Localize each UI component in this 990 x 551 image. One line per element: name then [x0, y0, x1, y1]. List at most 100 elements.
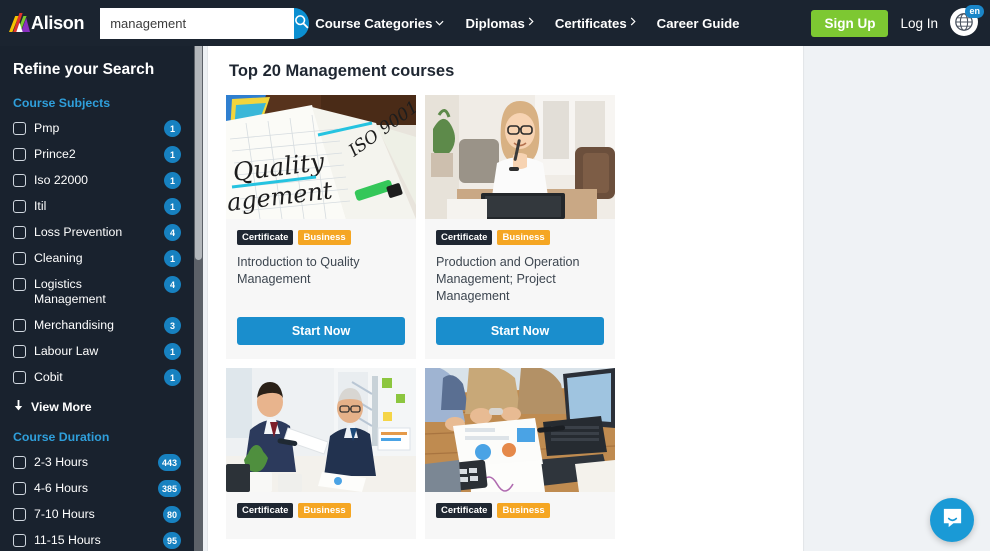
filter-count-badge: 4 [164, 224, 181, 241]
course-tags: Certificate Business [436, 503, 604, 518]
filter-label: Iso 22000 [34, 173, 89, 187]
filter-count-badge: 95 [162, 532, 181, 549]
filter-item-labour-law[interactable]: Labour Law 1 [13, 343, 203, 360]
filter-item-7-10-hours[interactable]: 7-10 Hours 80 [13, 506, 203, 523]
filter-label: 2-3 Hours [34, 455, 88, 469]
filter-group-title: Course Duration [13, 430, 110, 444]
filter-item-pmp[interactable]: Pmp 1 [13, 120, 203, 137]
search-box [100, 7, 310, 39]
filter-item-cobit[interactable]: Cobit 1 [13, 369, 203, 386]
filter-count-badge: 1 [164, 250, 181, 267]
view-more-subjects-button[interactable]: View More [13, 399, 203, 414]
tag-category: Business [497, 503, 550, 518]
checkbox[interactable] [13, 482, 26, 495]
checkbox[interactable] [13, 174, 26, 187]
search-submit-button[interactable] [294, 7, 310, 39]
filter-count-badge: 1 [164, 198, 181, 215]
filter-count-badge: 1 [164, 343, 181, 360]
search-input[interactable] [100, 7, 295, 39]
nav-label: Course Categories [315, 15, 433, 31]
course-card[interactable]: Certificate Business [425, 368, 615, 539]
filter-count-badge: 385 [157, 480, 181, 497]
language-selector[interactable]: en [950, 5, 984, 38]
quality-management-notebook-photo: Quality agement ISO 9001 [226, 95, 416, 219]
page-title: Top 20 Management courses [229, 62, 455, 80]
start-now-button[interactable]: Start Now [237, 317, 405, 345]
checkbox[interactable] [13, 456, 26, 469]
checkbox[interactable] [13, 226, 26, 239]
main-nav: Course Categories Diplomas Certificates … [315, 16, 739, 31]
checkbox[interactable] [13, 319, 26, 332]
filter-item-merchandising[interactable]: Merchandising 3 [13, 317, 203, 334]
filter-count-badge: 1 [164, 369, 181, 386]
filter-label: Cobit [34, 370, 63, 384]
language-badge: en [965, 5, 984, 18]
course-card[interactable]: Certificate Business Production and Oper… [425, 95, 615, 359]
filter-label: 11-15 Hours [34, 533, 101, 547]
course-card[interactable]: Quality agement ISO 9001 Certificate Bus… [226, 95, 416, 359]
nav-item-course-categories[interactable]: Course Categories [315, 16, 444, 31]
chevron-right-icon [528, 17, 534, 29]
log-in-link[interactable]: Log In [900, 16, 938, 31]
filter-group-course-subjects: Course Subjects Pmp 1 Prince2 1 Iso 2200… [13, 96, 203, 414]
checkbox[interactable] [13, 345, 26, 358]
checkbox[interactable] [13, 252, 26, 265]
filter-item-prince2[interactable]: Prince2 1 [13, 146, 203, 163]
filter-group-title: Course Subjects [13, 96, 111, 110]
checkbox[interactable] [13, 278, 26, 291]
filter-label: Loss Prevention [34, 225, 123, 239]
chat-launcher-button[interactable] [930, 498, 974, 542]
alison-logo-icon [9, 13, 30, 33]
view-more-label: View More [31, 399, 92, 414]
filter-count-badge: 1 [164, 172, 181, 189]
chat-bubble-icon [941, 506, 964, 534]
filter-label: Itil [34, 199, 47, 213]
course-tags: Certificate Business [436, 230, 604, 245]
smiling-woman-at-laptop-photo [425, 95, 615, 219]
filter-item-loss-prevention[interactable]: Loss Prevention 4 [13, 224, 203, 241]
checkbox[interactable] [13, 534, 26, 547]
nav-label: Certificates [554, 15, 627, 31]
filter-label: Labour Law [34, 344, 99, 358]
brand-logo[interactable]: Alison [9, 12, 85, 34]
filters-sidebar: Refine your Search Course Subjects Pmp 1… [0, 46, 203, 551]
tag-certificate: Certificate [237, 230, 294, 245]
filter-count-badge: 443 [157, 454, 181, 471]
checkbox[interactable] [13, 371, 26, 384]
filter-count-badge: 1 [164, 146, 181, 163]
nav-item-certificates[interactable]: Certificates [555, 16, 636, 31]
filter-label: 7-10 Hours [34, 507, 95, 521]
chevron-right-icon [630, 17, 636, 29]
sign-up-button[interactable]: Sign Up [811, 9, 889, 37]
filter-item-itil[interactable]: Itil 1 [13, 198, 203, 215]
checkbox[interactable] [13, 508, 26, 521]
nav-item-diplomas[interactable]: Diplomas [465, 16, 534, 31]
filter-item-11-15-hours[interactable]: 11-15 Hours 95 [13, 532, 203, 549]
tag-certificate: Certificate [436, 503, 493, 518]
tag-category: Business [298, 230, 351, 245]
checkbox[interactable] [13, 200, 26, 213]
filter-count-badge: 1 [164, 120, 181, 137]
chevron-down-icon [435, 18, 444, 29]
start-now-button[interactable]: Start Now [436, 317, 604, 345]
course-card[interactable]: Certificate Business [226, 368, 416, 539]
filter-item-logistics-management[interactable]: Logistics Management 4 [13, 276, 203, 307]
tag-certificate: Certificate [436, 230, 493, 245]
filter-item-2-3-hours[interactable]: 2-3 Hours 443 [13, 454, 203, 471]
checkbox[interactable] [13, 148, 26, 161]
tag-category: Business [298, 503, 351, 518]
top-header: Alison Course Categories Diplomas [0, 0, 990, 46]
brand-name: Alison [31, 12, 85, 33]
filter-label: Pmp [34, 121, 60, 135]
filter-item-cleaning[interactable]: Cleaning 1 [13, 250, 203, 267]
results-panel: Top 20 Management courses Quality agemen… [207, 46, 804, 551]
filter-item-4-6-hours[interactable]: 4-6 Hours 385 [13, 480, 203, 497]
nav-item-career-guide[interactable]: Career Guide [657, 16, 740, 31]
course-card-grid: Quality agement ISO 9001 Certificate Bus… [226, 95, 803, 539]
filter-item-iso-22000[interactable]: Iso 22000 1 [13, 172, 203, 189]
arrow-down-icon [13, 399, 24, 414]
header-actions: Sign Up Log In en [811, 5, 984, 38]
tag-category: Business [497, 230, 550, 245]
filter-count-badge: 3 [164, 317, 181, 334]
checkbox[interactable] [13, 122, 26, 135]
